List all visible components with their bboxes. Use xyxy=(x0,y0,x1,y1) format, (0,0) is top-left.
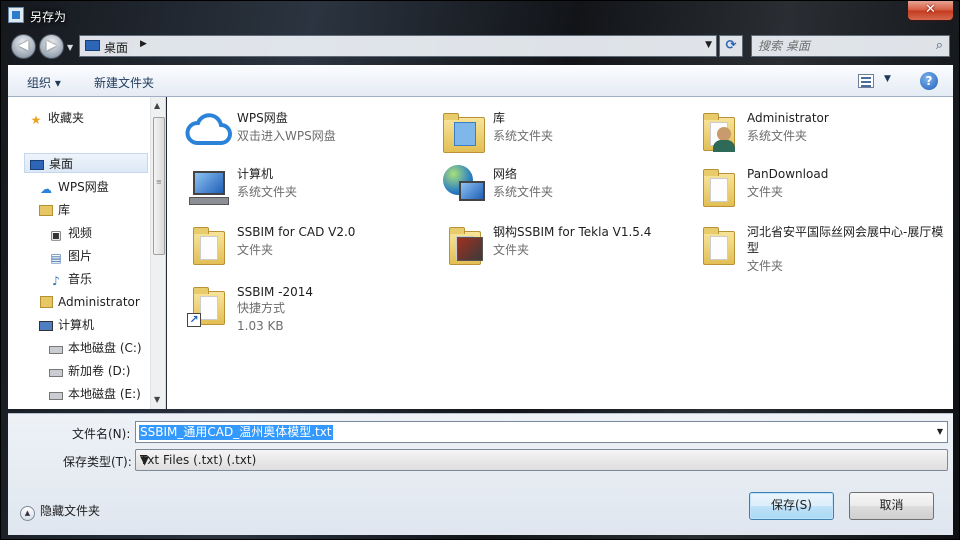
filetype-label: 保存类型(T): xyxy=(63,455,132,469)
search-box: ⌕ xyxy=(751,35,950,57)
filename-label: 文件名(N): xyxy=(72,427,131,441)
cancel-button[interactable]: 取消 xyxy=(849,492,934,520)
filename-input[interactable]: SSBIM_通用CAD_温州奥体模型.txt ▼ xyxy=(135,421,948,443)
save-as-dialog: 另存为 ✕ ◀ ▶ ▼ 桌面 ▶ ▼ ⟳ ⌕ 组织 ▾ 新建文件夹 ▼ ? ★收… xyxy=(0,0,960,540)
star-icon: ★ xyxy=(30,113,42,127)
list-item[interactable]: Administrator 系统文件夹 xyxy=(695,107,945,159)
search-input[interactable] xyxy=(758,38,928,54)
address-dropdown-icon[interactable]: ▼ xyxy=(705,40,712,50)
recent-pages-chevron-icon[interactable]: ▼ xyxy=(67,43,73,52)
system-drive-icon xyxy=(48,343,64,357)
sidebar-item-drive-d[interactable]: 新加卷 (D:) xyxy=(48,361,130,381)
picture-icon: ▤ xyxy=(50,251,62,265)
refresh-button[interactable]: ⟳ xyxy=(719,35,743,57)
list-item[interactable]: 库 系统文件夹 xyxy=(441,107,691,159)
list-item[interactable]: 河北省安平国际丝网会展中心-展厅模型 文件夹 xyxy=(695,221,945,273)
sidebar-item-music[interactable]: ♪ 音乐 xyxy=(48,269,92,289)
organize-menu[interactable]: 组织 ▾ xyxy=(27,74,61,91)
sidebar-item-drive-c[interactable]: 本地磁盘 (C:) xyxy=(48,338,142,358)
command-toolbar: 组织 ▾ 新建文件夹 ▼ ? xyxy=(8,65,953,97)
save-options-panel: 文件名(N): SSBIM_通用CAD_温州奥体模型.txt ▼ 保存类型(T)… xyxy=(8,413,953,535)
network-icon xyxy=(441,163,489,211)
view-chevron-down-icon[interactable]: ▼ xyxy=(884,74,891,84)
filename-value: SSBIM_通用CAD_温州奥体模型.txt xyxy=(139,425,333,440)
library-icon xyxy=(441,107,489,155)
sidebar-item-favorites[interactable]: ★ 收藏夹 xyxy=(28,108,84,128)
shortcut-folder-icon: ↗ xyxy=(185,281,233,329)
close-button[interactable]: ✕ xyxy=(907,1,954,21)
breadcrumb-chevron-icon[interactable]: ▶ xyxy=(140,39,147,49)
desktop-icon xyxy=(29,159,45,173)
filetype-select[interactable]: Txt Files (.txt) (.txt) ▼ xyxy=(135,449,948,471)
folder-icon xyxy=(695,221,743,269)
scrollbar-thumb[interactable]: ≡ xyxy=(153,117,165,255)
navigation-bar: ◀ ▶ ▼ 桌面 ▶ ▼ ⟳ ⌕ xyxy=(1,31,959,61)
list-item[interactable]: PanDownload 文件夹 xyxy=(695,163,945,215)
music-icon: ♪ xyxy=(52,274,60,288)
chevron-up-icon: ▲ xyxy=(20,506,35,521)
scroll-up-icon[interactable]: ▲ xyxy=(154,101,160,110)
sidebar-item-wps-cloud[interactable]: ☁ WPS网盘 xyxy=(38,177,109,197)
cloud-icon xyxy=(185,113,232,145)
list-item[interactable]: 网络 系统文件夹 xyxy=(441,163,691,215)
hide-folders-toggle[interactable]: ▲ 隐藏文件夹 xyxy=(20,502,100,521)
new-folder-button[interactable]: 新建文件夹 xyxy=(94,74,154,91)
save-button[interactable]: 保存(S) xyxy=(749,492,834,520)
list-item[interactable]: 钢构SSBIM for Tekla V1.5.4 文件夹 xyxy=(441,221,691,273)
sidebar-item-computer[interactable]: 计算机 xyxy=(38,315,94,335)
sidebar-item-libraries[interactable]: 库 xyxy=(38,200,70,220)
file-list: WPS网盘 双击进入WPS网盘 库 系统文件夹 Administrator 系统… xyxy=(167,97,953,409)
list-item[interactable]: WPS网盘 双击进入WPS网盘 xyxy=(185,107,435,159)
sidebar-item-administrator[interactable]: Administrator xyxy=(38,292,140,312)
desktop-icon xyxy=(85,40,100,51)
user-folder-icon xyxy=(38,296,54,310)
folder-icon xyxy=(695,163,743,211)
chevron-down-icon[interactable]: ▼ xyxy=(140,453,943,467)
breadcrumb-desktop[interactable]: 桌面 xyxy=(104,39,128,56)
view-options-icon[interactable] xyxy=(858,74,874,88)
computer-icon xyxy=(38,320,54,334)
video-icon: ▣ xyxy=(50,228,62,242)
library-icon xyxy=(38,205,54,219)
forward-button[interactable]: ▶ xyxy=(39,34,64,59)
title-bar: 另存为 ✕ xyxy=(1,1,959,31)
sidebar-item-videos[interactable]: ▣ 视频 xyxy=(48,223,92,243)
search-icon[interactable]: ⌕ xyxy=(936,38,943,53)
computer-icon xyxy=(185,163,233,211)
sidebar-item-desktop[interactable]: 桌面 xyxy=(24,153,148,173)
folder-icon xyxy=(185,221,233,269)
back-button[interactable]: ◀ xyxy=(11,34,36,59)
drive-icon xyxy=(48,366,64,380)
sidebar-item-drive-e[interactable]: 本地磁盘 (E:) xyxy=(48,384,141,404)
user-folder-icon xyxy=(695,107,743,155)
chevron-down-icon[interactable]: ▼ xyxy=(937,427,943,436)
list-item[interactable]: SSBIM for CAD V2.0 文件夹 xyxy=(185,221,435,273)
list-item[interactable]: ↗ SSBIM -2014 快捷方式 1.03 KB xyxy=(185,281,435,333)
drive-icon xyxy=(48,389,64,403)
folder-icon xyxy=(441,221,489,269)
help-icon[interactable]: ? xyxy=(920,72,938,90)
sidebar-scrollbar[interactable]: ▲ ≡ ▼ xyxy=(150,97,165,409)
navigation-pane: ★ 收藏夹 桌面 ☁ WPS网盘 库 ▣ 视频 ▤ 图片 ♪ 音乐 Administrat… xyxy=(8,97,166,409)
list-item[interactable]: 计算机 系统文件夹 xyxy=(185,163,435,215)
sidebar-item-pictures[interactable]: ▤ 图片 xyxy=(48,246,92,266)
grip-icon: ≡ xyxy=(156,178,162,186)
cloud-icon: ☁ xyxy=(40,182,52,196)
window-title: 另存为 xyxy=(30,10,67,24)
app-icon xyxy=(8,7,24,23)
address-bar[interactable]: 桌面 ▶ ▼ xyxy=(79,35,717,57)
scroll-down-icon[interactable]: ▼ xyxy=(154,395,160,404)
